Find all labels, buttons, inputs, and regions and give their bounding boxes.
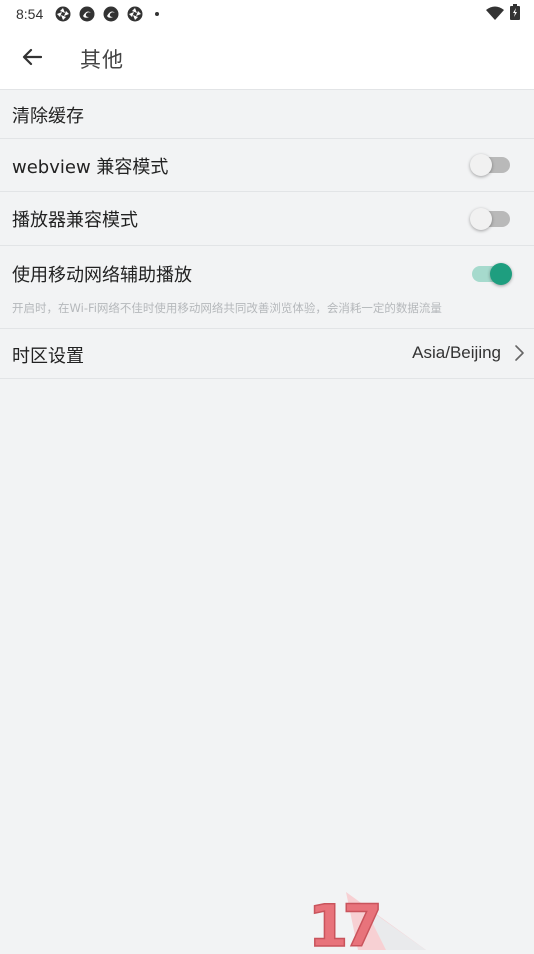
wifi-icon — [486, 5, 504, 24]
watermark-logo: 17 — [306, 884, 426, 954]
player-compat-toggle[interactable] — [470, 208, 510, 230]
notification-icons — [55, 6, 160, 22]
mobile-assist-toggle[interactable] — [472, 263, 512, 285]
webview-compat-item: webview 兼容模式 — [0, 139, 534, 192]
clear-cache-item[interactable]: 清除缓存 — [0, 90, 534, 139]
timezone-value: Asia/Beijing — [412, 343, 501, 362]
battery-icon — [510, 4, 520, 24]
watermark-text: 17 — [308, 892, 378, 950]
swirl-icon — [103, 6, 119, 22]
status-time: 8:54 — [16, 6, 44, 22]
aperture-icon — [55, 6, 71, 22]
settings-list: 清除缓存 webview 兼容模式 播放器兼容模式 使用移动网络辅助播放 开启时… — [0, 90, 534, 379]
timezone-label: 时区设置 — [12, 346, 84, 367]
toggle-thumb — [470, 154, 492, 176]
dot-icon — [155, 12, 160, 16]
swirl-icon — [79, 6, 95, 22]
player-compat-label: 播放器兼容模式 — [12, 210, 138, 231]
mobile-assist-label: 使用移动网络辅助播放 — [12, 265, 192, 286]
page-title: 其他 — [80, 47, 124, 72]
timezone-item[interactable]: 时区设置 Asia/Beijing — [0, 329, 534, 379]
toggle-thumb — [490, 263, 512, 285]
status-bar: 8:54 — [0, 0, 534, 28]
mobile-assist-description: 开启时，在Wi-Fi网络不佳时使用移动网络共同改善浏览体验，会消耗一定的数据流量 — [12, 301, 442, 315]
chevron-right-icon — [514, 343, 526, 363]
aperture-icon — [127, 6, 143, 22]
app-bar: 其他 — [0, 28, 534, 90]
webview-compat-toggle[interactable] — [470, 154, 510, 176]
arrow-left-icon — [22, 48, 43, 70]
back-button[interactable] — [17, 44, 47, 74]
toggle-thumb — [470, 208, 492, 230]
player-compat-item: 播放器兼容模式 — [0, 192, 534, 246]
system-icons — [486, 4, 520, 24]
webview-compat-label: webview 兼容模式 — [12, 157, 169, 178]
mobile-assist-item: 使用移动网络辅助播放 开启时，在Wi-Fi网络不佳时使用移动网络共同改善浏览体验… — [0, 246, 534, 329]
clear-cache-label: 清除缓存 — [12, 106, 84, 127]
